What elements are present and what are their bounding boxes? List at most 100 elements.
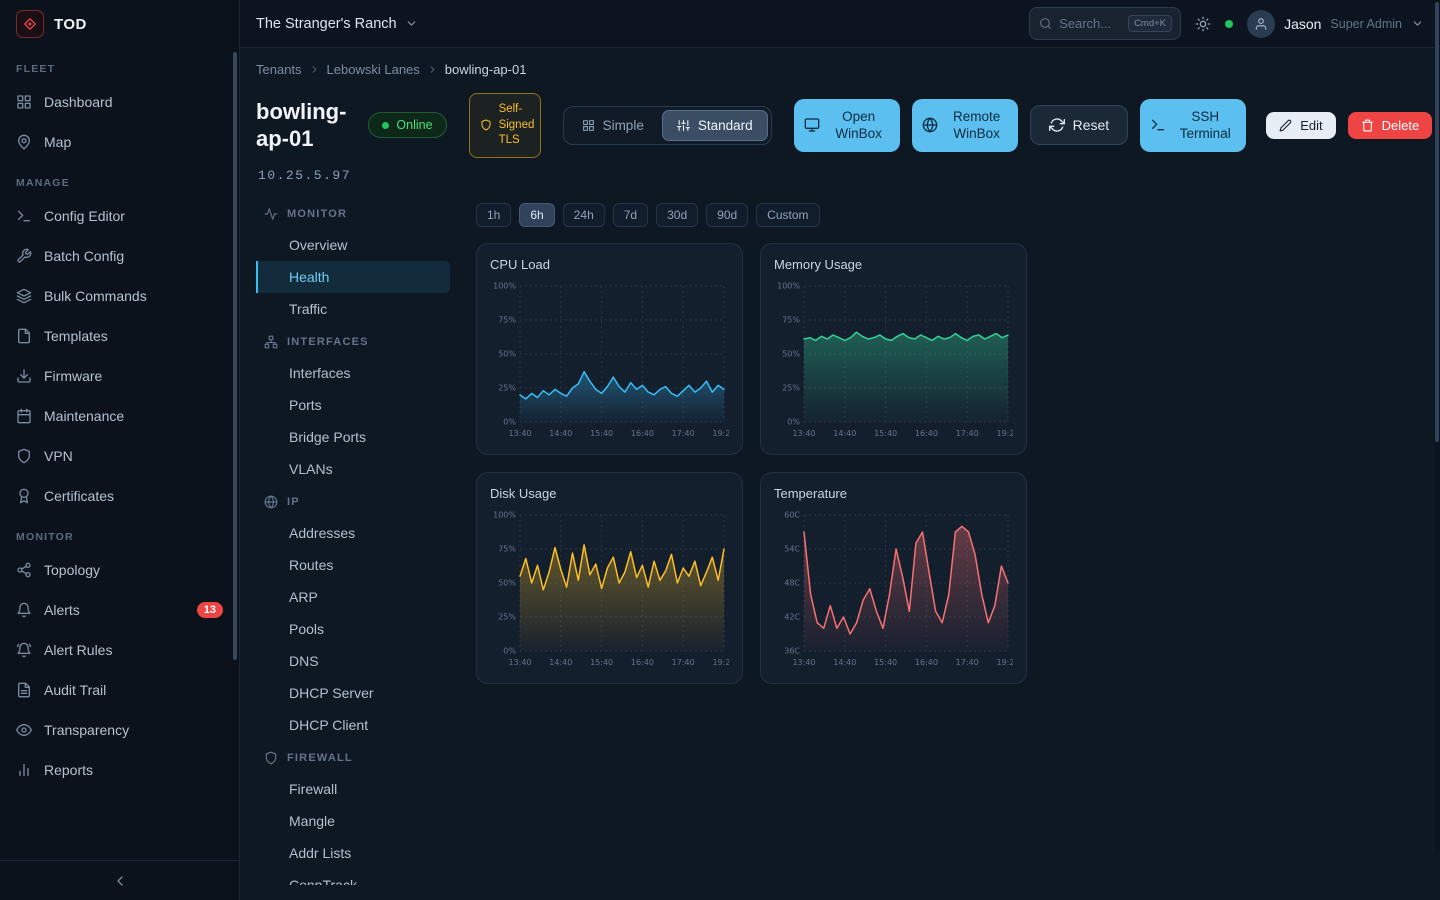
sidebar-item-transparency[interactable]: Transparency: [0, 710, 239, 750]
time-range-90d[interactable]: 90d: [706, 203, 748, 227]
sidebar-item-audit-trail[interactable]: Audit Trail: [0, 670, 239, 710]
user-role: Super Admin: [1330, 17, 1402, 31]
device-nav-pools[interactable]: Pools: [256, 613, 450, 645]
device-nav-dhcp-client[interactable]: DHCP Client: [256, 709, 450, 741]
sidebar-item-templates[interactable]: Templates: [0, 316, 239, 356]
delete-button[interactable]: Delete: [1348, 112, 1433, 139]
svg-text:100%: 100%: [493, 510, 516, 519]
monitor-icon: [804, 117, 820, 133]
breadcrumb-tenants[interactable]: Tenants: [256, 62, 302, 77]
sidebar-item-vpn[interactable]: VPN: [0, 436, 239, 476]
connection-status-dot: [1225, 20, 1233, 28]
sidebar-item-topology[interactable]: Topology: [0, 550, 239, 590]
download-icon: [16, 368, 32, 384]
sidebar-item-dashboard[interactable]: Dashboard: [0, 82, 239, 122]
remote-winbox-button[interactable]: Remote WinBox: [912, 99, 1018, 152]
user-menu[interactable]: Jason Super Admin: [1247, 10, 1424, 38]
terminal-icon: [16, 208, 32, 224]
chevron-down-icon: [405, 17, 418, 30]
time-range-custom[interactable]: Custom: [756, 203, 819, 227]
sidebar-item-maintenance[interactable]: Maintenance: [0, 396, 239, 436]
nav-section-label: IP: [287, 496, 300, 508]
sidebar-collapse-button[interactable]: [0, 860, 239, 900]
svg-text:25%: 25%: [498, 383, 516, 392]
user-icon: [1254, 17, 1268, 31]
sun-icon: [1195, 16, 1211, 32]
time-range-1h[interactable]: 1h: [476, 203, 511, 227]
device-nav-ports[interactable]: Ports: [256, 389, 450, 421]
device-nav-dns[interactable]: DNS: [256, 645, 450, 677]
global-search[interactable]: Cmd+K: [1029, 7, 1181, 40]
view-mode-standard[interactable]: Standard: [662, 110, 768, 141]
device-nav-routes[interactable]: Routes: [256, 549, 450, 581]
sidebar-item-certificates[interactable]: Certificates: [0, 476, 239, 516]
view-mode-label: Standard: [698, 118, 753, 133]
device-nav-bridge-ports[interactable]: Bridge Ports: [256, 421, 450, 453]
device-nav-vlans[interactable]: VLANs: [256, 453, 450, 485]
svg-text:36C: 36C: [784, 646, 800, 655]
sidebar-item-firmware[interactable]: Firmware: [0, 356, 239, 396]
layers-icon: [16, 288, 32, 304]
device-nav-conntrack[interactable]: ConnTrack: [256, 869, 450, 885]
svg-text:50%: 50%: [498, 578, 516, 587]
globe-icon: [922, 117, 938, 133]
sidebar-item-alerts[interactable]: Alerts 13: [0, 590, 239, 630]
time-range-30d[interactable]: 30d: [656, 203, 698, 227]
tenant-selector[interactable]: The Stranger's Ranch: [256, 16, 418, 32]
svg-text:14:40: 14:40: [549, 658, 572, 667]
search-icon: [1039, 17, 1052, 30]
svg-text:16:40: 16:40: [631, 429, 654, 438]
device-nav-traffic[interactable]: Traffic: [256, 293, 450, 325]
device-nav-addr-lists[interactable]: Addr Lists: [256, 837, 450, 869]
edit-button[interactable]: Edit: [1266, 112, 1335, 139]
bell-ring-icon: [16, 642, 32, 658]
page-scrollbar-thumb[interactable]: [1435, 2, 1439, 442]
sidebar-item-label: Bulk Commands: [44, 288, 147, 304]
sidebar-item-batch-config[interactable]: Batch Config: [0, 236, 239, 276]
theme-toggle-button[interactable]: [1195, 16, 1211, 32]
sidebar-item-map[interactable]: Map: [0, 122, 239, 162]
button-label: Open WinBox: [828, 108, 890, 143]
device-nav-addresses[interactable]: Addresses: [256, 517, 450, 549]
sidebar-item-label: Dashboard: [44, 94, 113, 110]
device-nav-section-monitor: MONITOR: [256, 197, 450, 229]
time-range-24h[interactable]: 24h: [563, 203, 605, 227]
svg-text:13:40: 13:40: [508, 658, 531, 667]
device-nav-firewall[interactable]: Firewall: [256, 773, 450, 805]
device-nav-arp[interactable]: ARP: [256, 581, 450, 613]
time-range-6h[interactable]: 6h: [519, 203, 554, 227]
svg-text:16:40: 16:40: [631, 658, 654, 667]
svg-text:16:40: 16:40: [915, 658, 938, 667]
sidebar-item-reports[interactable]: Reports: [0, 750, 239, 790]
view-mode-simple[interactable]: Simple: [567, 110, 659, 141]
device-nav-overview[interactable]: Overview: [256, 229, 450, 261]
sidebar-item-bulk-commands[interactable]: Bulk Commands: [0, 276, 239, 316]
chart-title: Disk Usage: [490, 486, 729, 501]
device-nav-section-ip: IP: [256, 485, 450, 517]
temperature-chart: 36C42C48C54C60C13:4014:4015:4016:4017:40…: [774, 507, 1013, 674]
device-nav-mangle[interactable]: Mangle: [256, 805, 450, 837]
device-nav-dhcp-server[interactable]: DHCP Server: [256, 677, 450, 709]
sidebar-item-label: Alerts: [44, 602, 80, 618]
sidebar-item-alert-rules[interactable]: Alert Rules: [0, 630, 239, 670]
chevron-right-icon: [309, 64, 320, 75]
cpu-load-chart: 0%25%50%75%100%13:4014:4015:4016:4017:40…: [490, 278, 729, 445]
time-range-7d[interactable]: 7d: [613, 203, 648, 227]
device-nav-health[interactable]: Health: [256, 261, 450, 293]
svg-text:48C: 48C: [784, 578, 800, 587]
svg-text:60C: 60C: [784, 510, 800, 519]
health-charts: 1h 6h 24h 7d 30d 90d Custom CPU Load 0%2…: [450, 197, 1424, 885]
search-input[interactable]: [1059, 16, 1121, 31]
device-nav-interfaces[interactable]: Interfaces: [256, 357, 450, 389]
open-winbox-button[interactable]: Open WinBox: [794, 99, 900, 152]
breadcrumb-tenant[interactable]: Lebowski Lanes: [327, 62, 420, 77]
sidebar-scrollbar[interactable]: [233, 52, 237, 660]
sidebar-item-config-editor[interactable]: Config Editor: [0, 196, 239, 236]
reset-button[interactable]: Reset: [1030, 105, 1129, 145]
grid-icon: [16, 94, 32, 110]
time-range-selector: 1h 6h 24h 7d 30d 90d Custom: [476, 203, 1424, 227]
sidebar-item-label: Transparency: [44, 722, 129, 738]
tls-label: Self-Signed TLS: [499, 102, 535, 149]
svg-text:17:40: 17:40: [672, 658, 695, 667]
ssh-terminal-button[interactable]: SSH Terminal: [1140, 99, 1246, 152]
